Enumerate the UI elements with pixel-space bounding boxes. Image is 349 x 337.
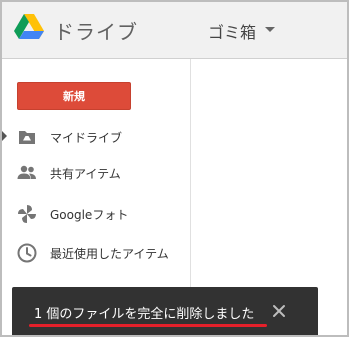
my-drive-icon xyxy=(19,131,35,144)
sidebar-item-label: 共有アイテム xyxy=(50,167,121,181)
google-drive-logo-icon[interactable] xyxy=(14,13,44,41)
top-bar: ドライブ ゴミ箱 xyxy=(2,2,347,59)
sidebar-item-my-drive[interactable]: マイドライブ xyxy=(2,119,190,155)
snackbar-message: 1 個のファイルを完全に削除しました xyxy=(34,307,255,322)
close-icon[interactable] xyxy=(271,303,287,319)
new-button[interactable]: 新規 xyxy=(17,82,131,110)
sidebar-item-label: 最近使用したアイテム xyxy=(50,247,169,261)
sidebar-item-google-photos[interactable]: Googleフォト xyxy=(2,196,190,232)
sidebar-item-label: Googleフォト xyxy=(50,208,129,222)
people-icon xyxy=(17,165,36,179)
clock-icon xyxy=(17,243,37,263)
annotation-underline xyxy=(29,324,267,327)
app-name: ドライブ xyxy=(54,20,138,44)
chevron-down-icon[interactable] xyxy=(265,27,275,32)
sidebar-item-recent[interactable]: 最近使用したアイテム xyxy=(2,235,190,271)
folder-title[interactable]: ゴミ箱 xyxy=(208,19,256,43)
snackbar: 1 個のファイルを完全に削除しました xyxy=(12,287,318,335)
sidebar-item-shared[interactable]: 共有アイテム xyxy=(2,155,190,191)
photos-pinwheel-icon xyxy=(18,205,36,223)
sidebar-item-label: マイドライブ xyxy=(50,131,123,145)
active-indicator xyxy=(2,131,7,141)
app-window: ドライブ ゴミ箱 新規 マイドライブ 共有アイテム Googleフォト 最近使用… xyxy=(0,0,349,337)
